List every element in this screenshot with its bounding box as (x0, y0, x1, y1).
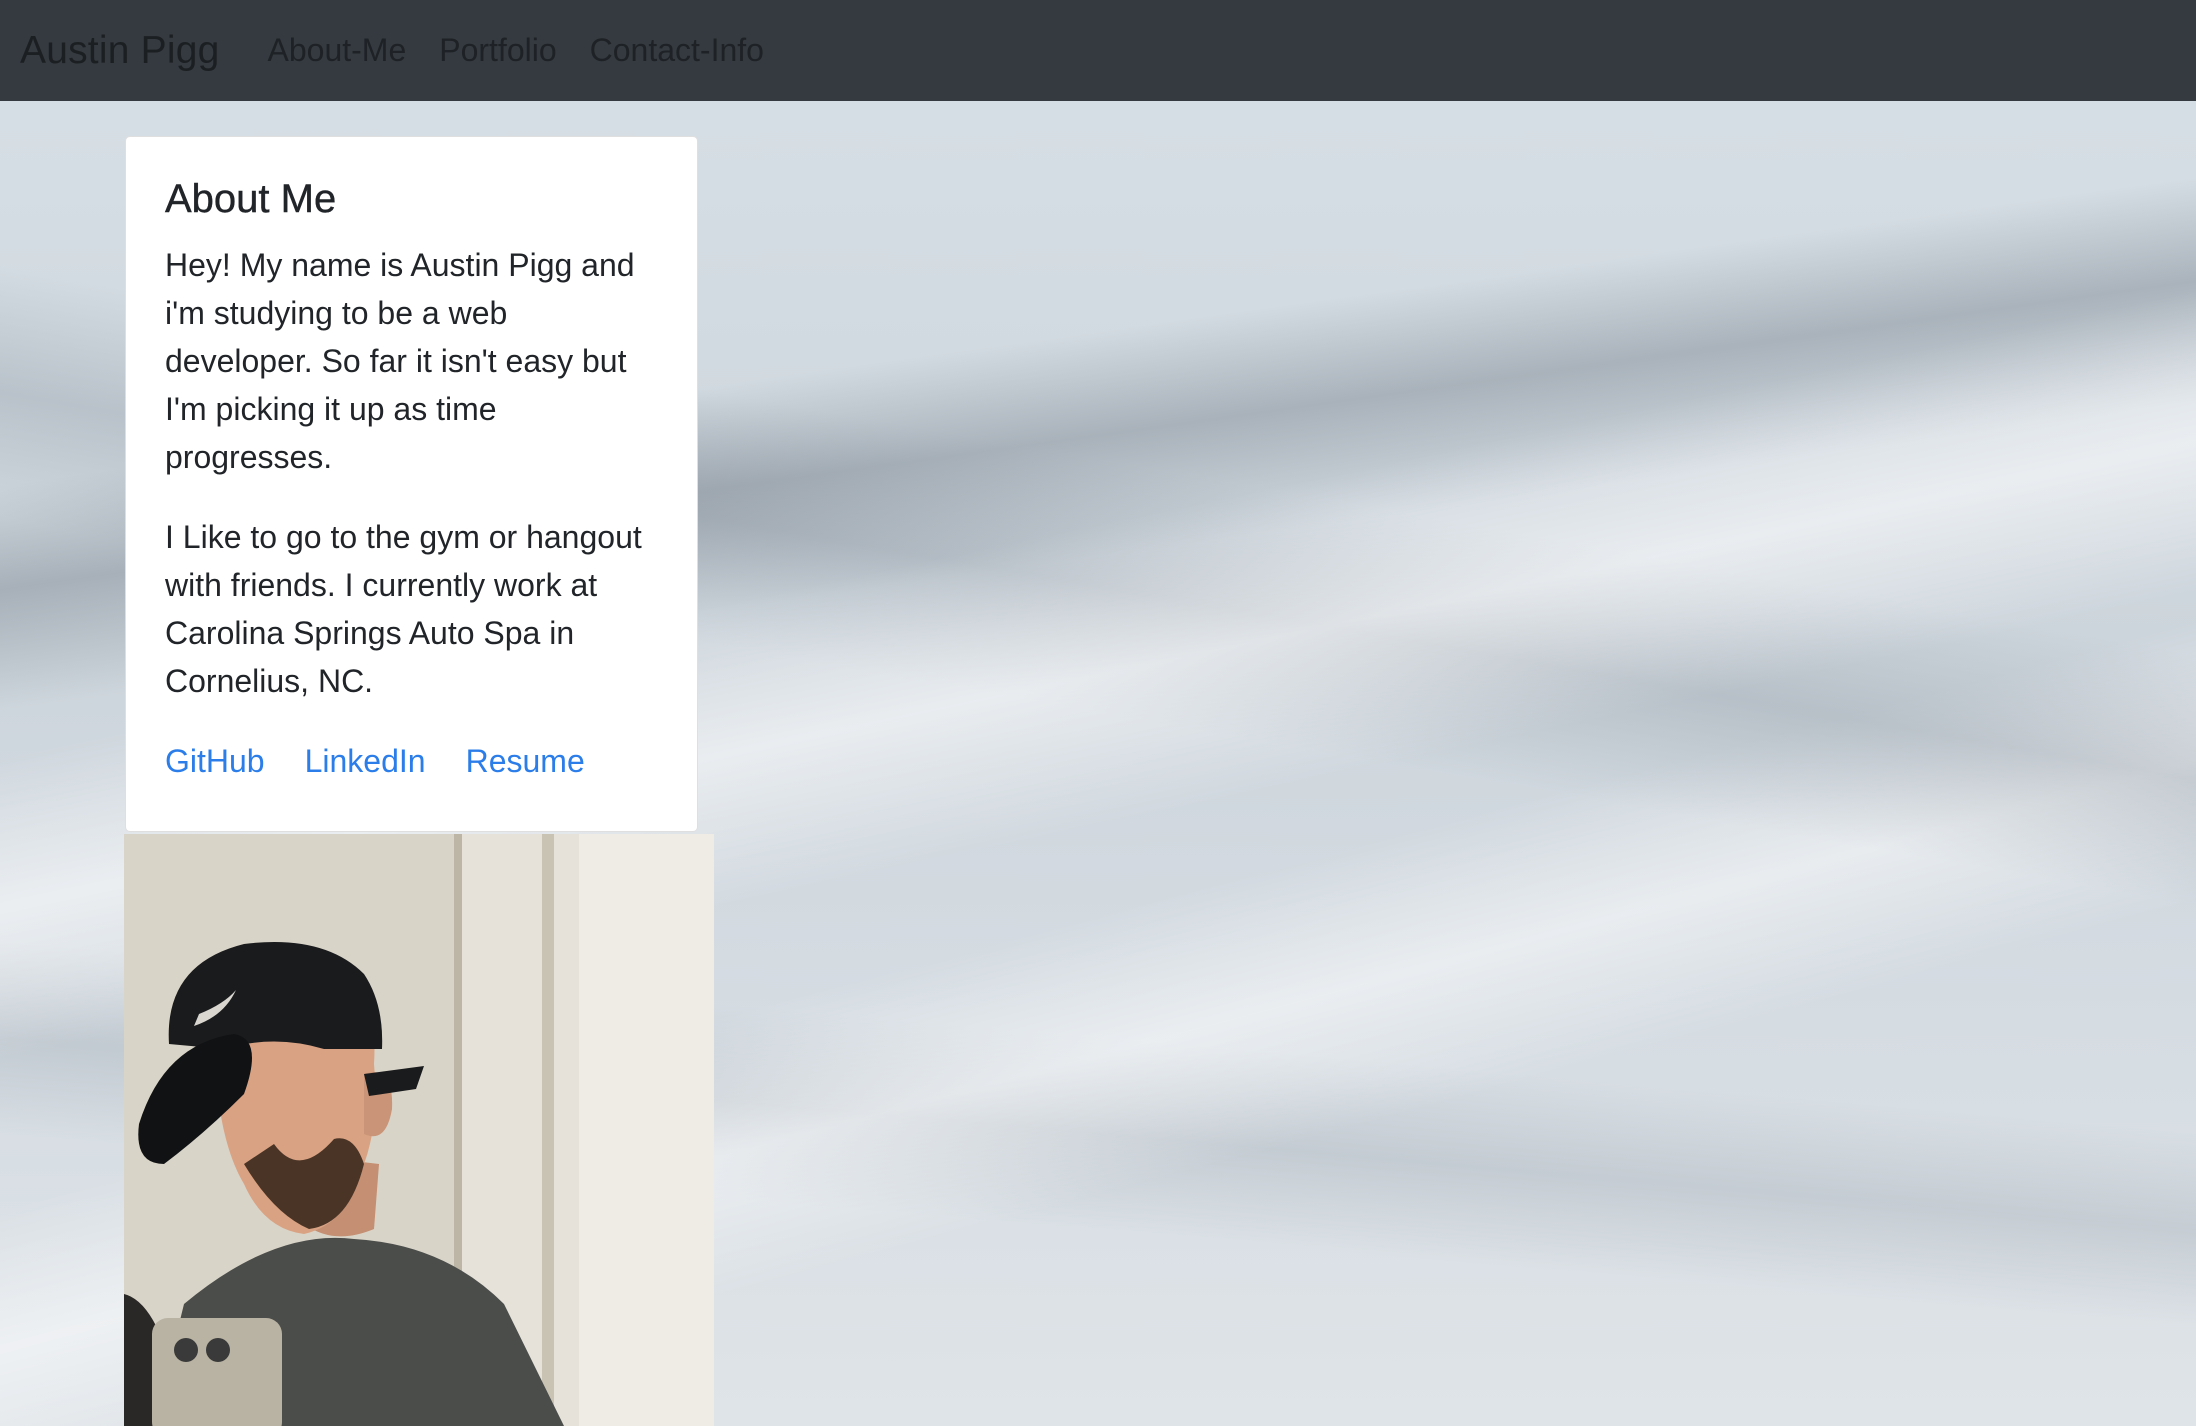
top-navbar: Austin Pigg About-Me Portfolio Contact-I… (0, 0, 2196, 101)
navbar-brand[interactable]: Austin Pigg (20, 29, 220, 73)
nav-link-contact-info[interactable]: Contact-Info (590, 32, 764, 69)
profile-photo-illustration (124, 834, 714, 1426)
card-paragraph-hobbies: I Like to go to the gym or hangout with … (165, 519, 642, 699)
linkedin-link[interactable]: LinkedIn (305, 737, 426, 785)
card-paragraph-intro: Hey! My name is Austin Pigg and i'm stud… (165, 247, 635, 475)
resume-link[interactable]: Resume (466, 737, 585, 785)
card-title: About Me (165, 177, 337, 221)
card-links: GitHub LinkedIn Resume (165, 737, 659, 785)
profile-photo (124, 834, 714, 1426)
github-link[interactable]: GitHub (165, 737, 265, 785)
about-me-card: About Me Hey! My name is Austin Pigg and… (125, 136, 698, 832)
nav-link-portfolio[interactable]: Portfolio (439, 32, 556, 69)
nav-link-about-me[interactable]: About-Me (268, 32, 407, 69)
